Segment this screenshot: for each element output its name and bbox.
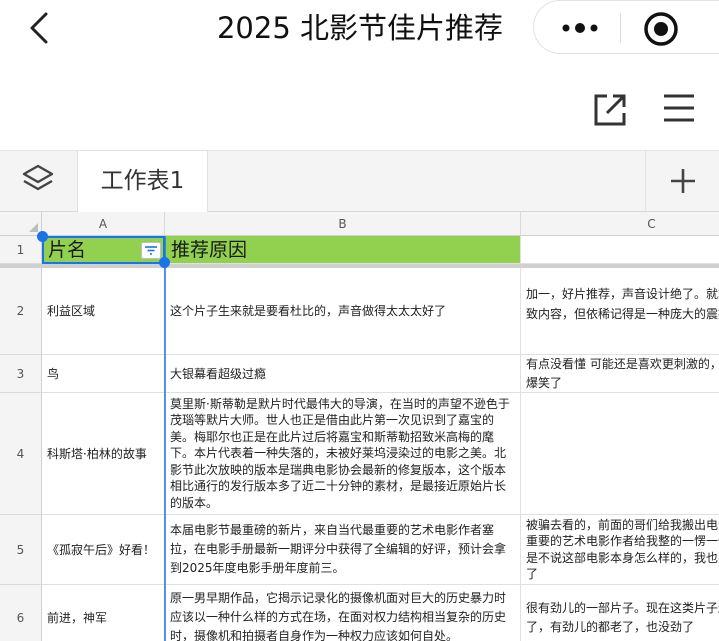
hamburger-menu-icon[interactable] bbox=[662, 92, 696, 124]
header-cell-c[interactable] bbox=[521, 236, 719, 264]
cell-text: 被骗去看的，前面的哥们给我搬出电影节和最重要的艺术电影作者给我整的一愣一愣的，就… bbox=[526, 517, 719, 582]
selection-handle-start[interactable] bbox=[37, 231, 48, 242]
cell-text: 前进，神军 bbox=[47, 610, 108, 625]
tab-sheet1[interactable]: 工作表1 bbox=[78, 151, 208, 212]
title-bar: 2025 北影节佳片推荐 bbox=[0, 0, 719, 58]
table-cell[interactable]: 有点没看懂 可能还是喜欢更刺激的，但卫衣很爆笑了 bbox=[521, 355, 719, 393]
spreadsheet-grid[interactable]: A B C 1 片名 推荐原因 2 利益区域 这个片子生来就是要看杜比的，声音做… bbox=[0, 212, 719, 641]
row-header[interactable]: 5 bbox=[0, 515, 42, 585]
table-cell[interactable]: 大银幕看超级过瘾 bbox=[165, 355, 521, 393]
layers-icon bbox=[22, 164, 54, 191]
header-cell-reason[interactable]: 推荐原因 bbox=[165, 236, 521, 264]
add-sheet-button[interactable] bbox=[645, 151, 719, 211]
filter-icon bbox=[145, 246, 157, 255]
capsule-divider bbox=[620, 13, 621, 43]
table-cell[interactable]: 被骗去看的，前面的哥们给我搬出电影节和最重要的艺术电影作者给我整的一愣一愣的，就… bbox=[521, 515, 719, 585]
table-cell[interactable]: 这个片子生来就是要看杜比的，声音做得太太太好了 bbox=[165, 268, 521, 355]
row-header[interactable]: 2 bbox=[0, 268, 42, 355]
cell-text: 《孤寂午后》好看！ bbox=[47, 542, 156, 557]
row-header[interactable]: 6 bbox=[0, 585, 42, 641]
table-cell[interactable]: 科斯塔·柏林的故事 bbox=[42, 393, 165, 515]
sheet-list-button[interactable] bbox=[0, 151, 78, 211]
column-header-c[interactable]: C bbox=[521, 212, 719, 236]
cell-text: 推荐原因 bbox=[171, 238, 248, 261]
column-resize-guide bbox=[164, 236, 166, 641]
cell-text: 莫里斯·斯蒂勒是默片时代最伟大的导演，在当时的声望不逊色于茂瑙等默片大师。世人也… bbox=[170, 396, 510, 510]
cell-text: 加一，好片推荐，声音设计绝了。就算忘记大致内容，但依稀记得是一种庞大的震撼 bbox=[526, 287, 719, 321]
cell-text: 利益区域 bbox=[47, 304, 96, 318]
cell-text: 很有劲儿的一部片子。现在这类片子越来越少了，有劲儿的都老了，也没劲了 bbox=[526, 600, 719, 634]
row-header[interactable]: 4 bbox=[0, 393, 42, 515]
table-cell[interactable] bbox=[521, 393, 719, 515]
table-cell[interactable]: 前进，神军 bbox=[42, 585, 165, 641]
column-header-a[interactable]: A bbox=[42, 212, 165, 236]
mini-program-capsule bbox=[533, 0, 719, 54]
selection-handle-end[interactable] bbox=[159, 257, 170, 268]
column-header-b[interactable]: B bbox=[165, 212, 521, 236]
table-cell[interactable]: 莫里斯·斯蒂勒是默片时代最伟大的导演，在当时的声望不逊色于茂瑙等默片大师。世人也… bbox=[165, 393, 521, 515]
cell-text: 片名 bbox=[48, 238, 87, 261]
table-cell[interactable]: 很有劲儿的一部片子。现在这类片子越来越少了，有劲儿的都老了，也没劲了 bbox=[521, 585, 719, 641]
target-circle-icon[interactable] bbox=[642, 10, 680, 48]
plus-icon bbox=[671, 169, 695, 193]
sheet-tab-bar: 工作表1 bbox=[0, 150, 719, 212]
row-header[interactable]: 1 bbox=[0, 236, 42, 264]
table-cell[interactable]: 鸟 bbox=[42, 355, 165, 393]
cell-text: 科斯塔·柏林的故事 bbox=[47, 446, 147, 461]
cell-text: 原一男早期作品，它揭示记录化的摄像机面对巨大的历史暴力时应该以一种什么样的方式在… bbox=[170, 591, 507, 641]
cell-text: 这个片子生来就是要看杜比的，声音做得太太太好了 bbox=[170, 304, 447, 318]
share-external-icon[interactable] bbox=[592, 92, 628, 128]
cell-text: 鸟 bbox=[47, 366, 60, 381]
table-cell[interactable]: 《孤寂午后》好看！ bbox=[42, 515, 165, 585]
table-cell[interactable]: 利益区域 bbox=[42, 268, 165, 355]
table-cell[interactable]: 原一男早期作品，它揭示记录化的摄像机面对巨大的历史暴力时应该以一种什么样的方式在… bbox=[165, 585, 521, 641]
document-toolbar bbox=[0, 58, 719, 150]
row-header[interactable]: 3 bbox=[0, 355, 42, 393]
filter-button[interactable] bbox=[141, 242, 161, 259]
table-cell[interactable]: 加一，好片推荐，声音设计绝了。就算忘记大致内容，但依稀记得是一种庞大的震撼 bbox=[521, 268, 719, 355]
chevron-left-icon[interactable] bbox=[22, 8, 58, 48]
page-title: 2025 北影节佳片推荐 bbox=[216, 11, 504, 45]
table-cell[interactable]: 本届电影节最重磅的新片，来自当代最重要的艺术电影作者塞拉，在电影手册最新一期评分… bbox=[165, 515, 521, 585]
more-dots-icon[interactable] bbox=[556, 13, 604, 43]
cell-text: 本届电影节最重磅的新片，来自当代最重要的艺术电影作者塞拉，在电影手册最新一期评分… bbox=[170, 523, 507, 575]
select-all-corner[interactable] bbox=[0, 212, 42, 236]
cell-text: 大银幕看超级过瘾 bbox=[170, 366, 267, 381]
cell-text: 有点没看懂 可能还是喜欢更刺激的，但卫衣很爆笑了 bbox=[526, 356, 719, 390]
